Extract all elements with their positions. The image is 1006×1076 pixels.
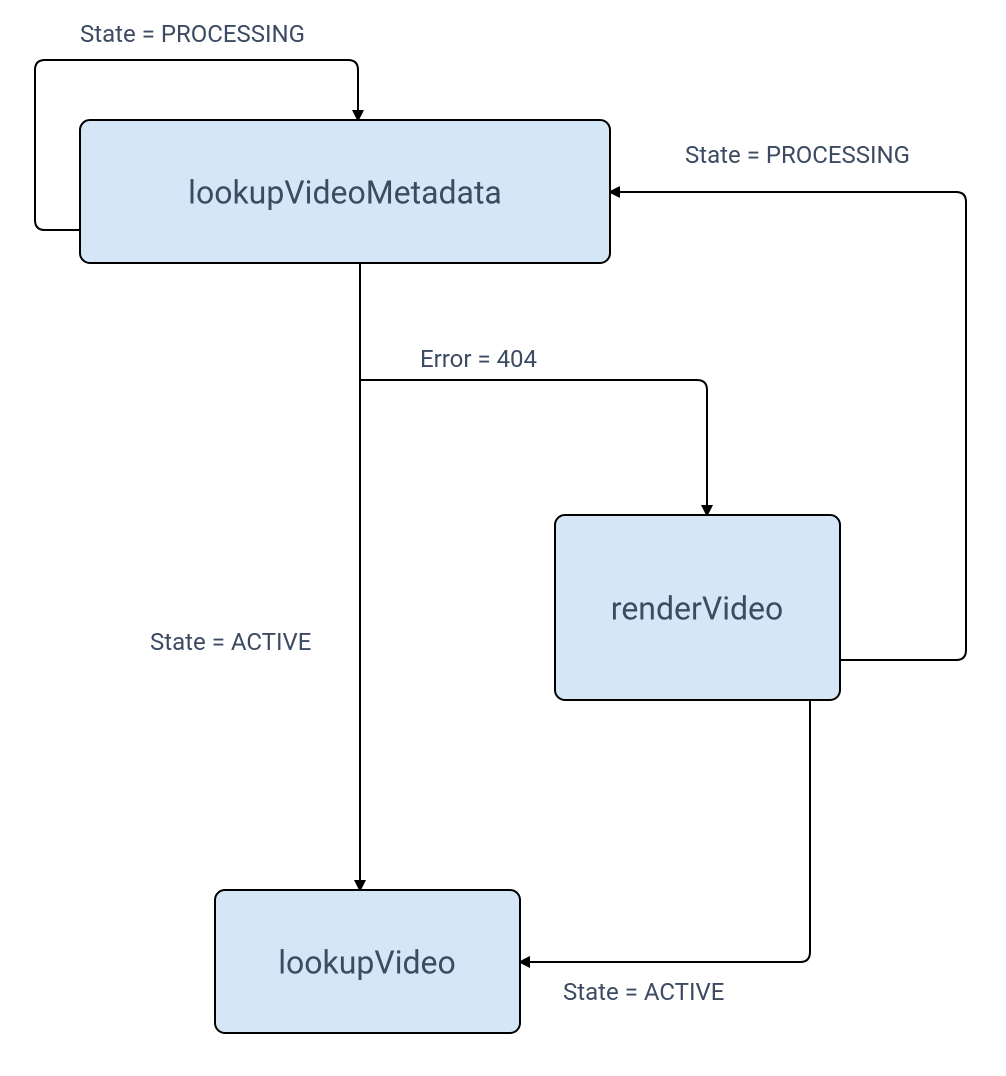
state-diagram: State = PROCESSING State = PROCESSING Er… xyxy=(0,0,1006,1076)
node-rendervideo: renderVideo xyxy=(555,515,840,700)
edge-label-active-down: State = ACTIVE xyxy=(150,628,311,656)
node-label-lookupvideometadata: lookupVideoMetadata xyxy=(188,173,502,211)
node-label-lookupvideo: lookupVideo xyxy=(278,943,456,981)
node-label-rendervideo: renderVideo xyxy=(611,589,783,627)
edge-label-rendervideo-up: State = PROCESSING xyxy=(685,141,910,169)
edge-label-error404: Error = 404 xyxy=(420,345,537,373)
edge-rendervideo-to-lookupvideo: State = ACTIVE xyxy=(520,700,810,1006)
edge-lookupvideometadata-to-rendervideo: Error = 404 xyxy=(360,345,707,515)
edge-lookupvideometadata-to-lookupvideo: State = ACTIVE xyxy=(150,263,360,890)
node-lookupvideometadata: lookupVideoMetadata xyxy=(80,120,610,263)
edge-label-active-right: State = ACTIVE xyxy=(563,978,724,1006)
edge-label-selfloop: State = PROCESSING xyxy=(80,20,305,48)
node-lookupvideo: lookupVideo xyxy=(215,890,520,1033)
